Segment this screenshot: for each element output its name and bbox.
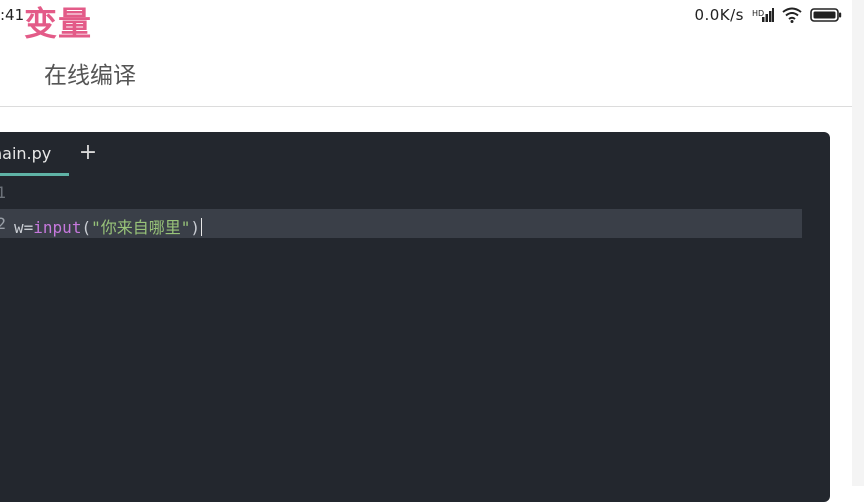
text-cursor <box>201 218 203 236</box>
code-token-string: "你来自哪里" <box>91 218 191 237</box>
active-tab-indicator <box>0 173 69 176</box>
add-tab-button[interactable]: + <box>78 140 98 166</box>
wifi-icon <box>782 7 802 23</box>
code-line-active[interactable]: 2 w=input("你来自哪里") <box>0 209 802 238</box>
signal-icon: HD <box>752 8 774 22</box>
status-bar: :41 变量 0.0K/s HD <box>0 0 864 43</box>
svg-text:HD: HD <box>752 9 764 18</box>
battery-icon <box>810 8 842 22</box>
code-token-function: input <box>33 218 82 237</box>
line-code: w=input("你来自哪里") <box>14 214 203 238</box>
code-token-paren-open: ( <box>81 218 92 237</box>
scrollbar-track[interactable] <box>852 0 864 486</box>
header-divider <box>0 106 852 107</box>
line-number: 2 <box>0 214 6 233</box>
tab-main-py[interactable]: nain.py <box>0 132 69 176</box>
network-speed: 0.0K/s <box>694 6 744 24</box>
line-number: 1 <box>0 183 6 202</box>
code-token-variable: w <box>14 218 24 237</box>
video-overlay-title: 变量 <box>24 4 92 43</box>
code-token-paren-close: ) <box>190 218 201 237</box>
page-title: 在线编译 <box>44 63 136 89</box>
code-token-operator: = <box>23 218 34 237</box>
tab-label: nain.py <box>0 144 52 163</box>
clock: :41 <box>0 6 25 24</box>
status-icons: 0.0K/s HD <box>694 6 842 24</box>
code-editor[interactable]: nain.py + 1 2 w=input("你来自哪里") <box>0 132 830 502</box>
